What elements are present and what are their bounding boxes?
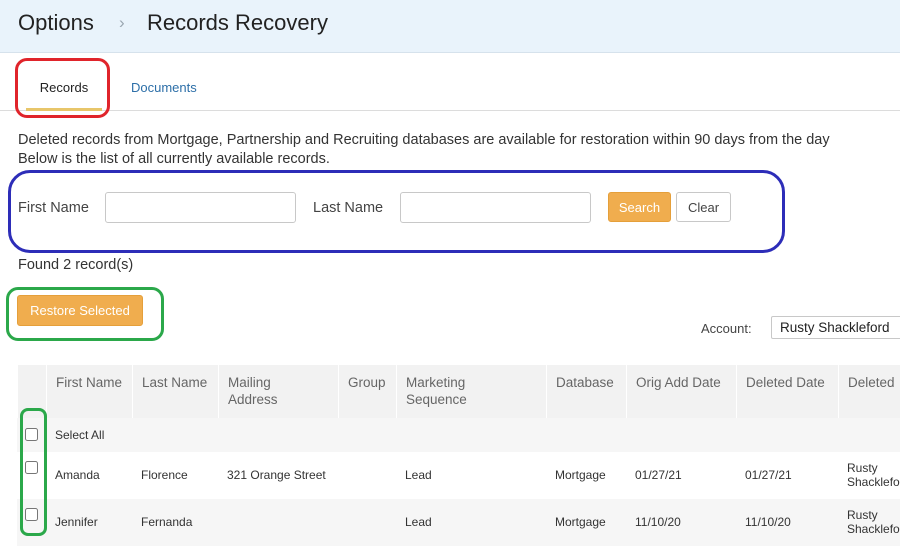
first-name-label: First Name: [18, 200, 89, 216]
header-orig-add-date-label: Orig Add Date: [636, 375, 721, 390]
cell-deleted-date: 11/10/20: [745, 515, 791, 529]
header-first-name[interactable]: First Name: [46, 365, 132, 418]
first-name-input[interactable]: [105, 192, 296, 223]
page-title: Records Recovery: [147, 10, 328, 35]
cell-deleted-by-first: Rusty: [847, 508, 878, 522]
cell-marketing-sequence: Lead: [405, 468, 432, 482]
header-checkbox-column: [17, 365, 46, 418]
description-line-2: Below is the list of all currently avail…: [18, 151, 330, 167]
description: Deleted records from Mortgage, Partnersh…: [18, 131, 830, 169]
account-select[interactable]: Rusty Shackleford: [771, 316, 900, 339]
cell-mailing-address: 321 Orange Street: [227, 468, 326, 482]
header-deleted-date[interactable]: Deleted Date: [736, 365, 838, 418]
clear-button[interactable]: Clear: [676, 192, 731, 222]
cell-deleted-date: 01/27/21: [745, 468, 792, 482]
select-all-row: Select All: [17, 418, 900, 452]
cell-deleted-by-first: Rusty: [847, 461, 878, 475]
page-header: Options › Records Recovery: [0, 0, 900, 53]
chevron-right-icon: ›: [119, 13, 125, 32]
breadcrumb-options[interactable]: Options: [18, 10, 94, 36]
cell-last-name: Florence: [141, 468, 188, 482]
cell-last-name: Fernanda: [141, 515, 193, 529]
header-mailing-address-label: Mailing Address: [228, 375, 278, 407]
cell-first-name: Jennifer: [55, 515, 98, 529]
tab-bar: Records Documents: [0, 66, 900, 111]
cell-marketing-sequence: Lead: [405, 515, 432, 529]
description-line-1: Deleted records from Mortgage, Partnersh…: [18, 132, 830, 148]
header-deleted-by[interactable]: Deleted: [838, 365, 900, 418]
account-label: Account:: [701, 321, 752, 336]
found-count: Found 2 record(s): [18, 257, 134, 273]
select-all-label: Select All: [55, 428, 105, 442]
cell-deleted-by-last: Shacklefo: [847, 475, 900, 489]
tab-records[interactable]: Records: [26, 66, 102, 111]
table-header: First Name Last Name Mailing Address Gro…: [17, 365, 900, 418]
cell-orig-add-date: 11/10/20: [635, 515, 681, 529]
header-last-name[interactable]: Last Name: [132, 365, 218, 418]
header-database[interactable]: Database: [546, 365, 626, 418]
search-button[interactable]: Search: [608, 192, 671, 222]
table-row: Amanda Florence 321 Orange Street Lead M…: [17, 452, 900, 499]
last-name-input[interactable]: [400, 192, 591, 223]
header-deleted-by-label: Deleted: [848, 375, 895, 390]
table-row: Jennifer Fernanda Lead Mortgage 11/10/20…: [17, 499, 900, 546]
tab-documents[interactable]: Documents: [131, 66, 197, 110]
cell-orig-add-date: 01/27/21: [635, 468, 682, 482]
cell-first-name: Amanda: [55, 468, 100, 482]
header-marketing-sequence-label: Marketing Sequence: [406, 375, 467, 407]
cell-deleted-by-last: Shacklefo: [847, 522, 900, 536]
cell-database: Mortgage: [555, 468, 606, 482]
cell-database: Mortgage: [555, 515, 606, 529]
restore-selected-button[interactable]: Restore Selected: [17, 295, 143, 326]
header-group[interactable]: Group: [338, 365, 396, 418]
row-checkbox[interactable]: [25, 508, 38, 521]
header-orig-add-date[interactable]: Orig Add Date: [626, 365, 736, 418]
row-checkbox[interactable]: [25, 461, 38, 474]
select-all-checkbox[interactable]: [25, 428, 38, 441]
last-name-label: Last Name: [313, 200, 384, 216]
header-deleted-date-label: Deleted Date: [746, 375, 825, 390]
header-marketing-sequence[interactable]: Marketing Sequence: [396, 365, 546, 418]
header-mailing-address[interactable]: Mailing Address: [218, 365, 338, 418]
